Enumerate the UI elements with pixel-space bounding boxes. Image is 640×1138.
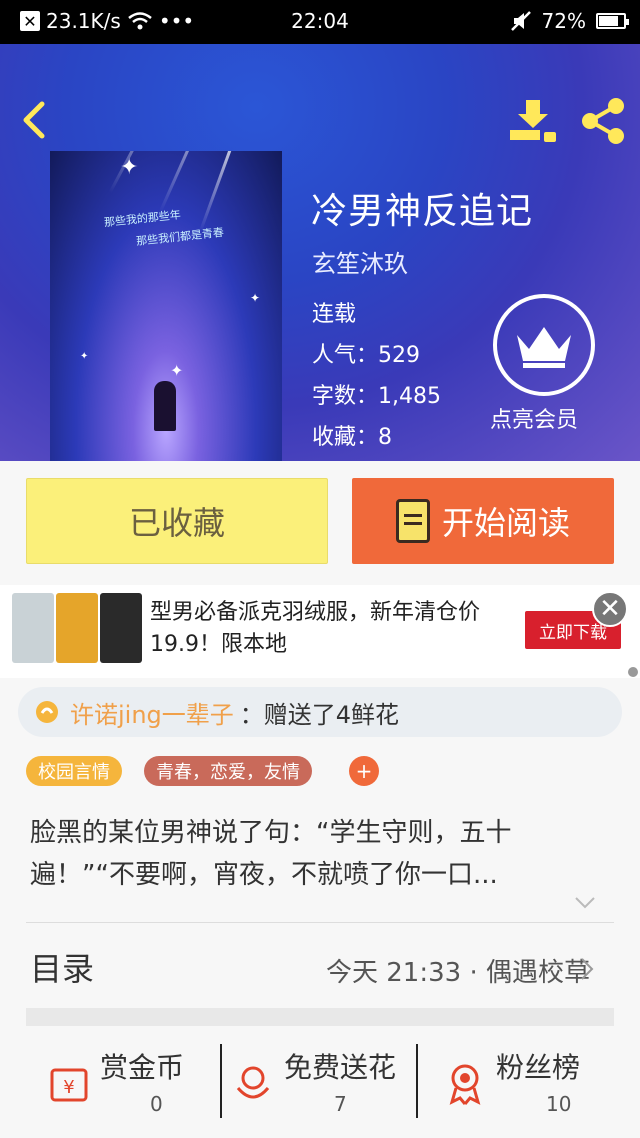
book-title: 冷男神反追记 (311, 191, 534, 232)
tag-category[interactable]: 校园言情 (26, 756, 122, 786)
free-flower-button[interactable]: 免费送花 7 (228, 1044, 408, 1124)
free-flower-label: 免费送花 (284, 1051, 397, 1084)
status-bar: ✕ 23.1K/s ••• 22:04 72% (0, 0, 640, 44)
section-separator (26, 1008, 614, 1026)
gift-user[interactable]: 许诺jing一辈子 (70, 695, 234, 730)
battery-percent: 72% (541, 9, 586, 33)
book-header: ✦ ✦ ✦ ✦ 那些我的那些年 那些我们都是青春 冷男神反追记 玄笙沐玖 连载 … (0, 44, 640, 461)
download-icon[interactable] (508, 98, 558, 144)
favorited-button[interactable]: 已收藏 (26, 478, 328, 564)
share-icon[interactable] (578, 96, 628, 146)
book-favorites: 收藏：8 (312, 425, 392, 450)
reward-coins-label: 赏金币 (100, 1051, 185, 1084)
flower-gift-icon (36, 701, 58, 723)
stat-divider (416, 1044, 418, 1118)
book-author[interactable]: 玄笙沐玖 (312, 244, 408, 279)
coin-envelope-icon: ¥ (50, 1068, 88, 1102)
tag-keywords[interactable]: 青春，恋爱，友情 (144, 756, 312, 786)
svg-text:¥: ¥ (63, 1077, 74, 1098)
reward-coins-button[interactable]: ¥ 赏金币 0 (44, 1044, 224, 1124)
stat-divider (220, 1044, 222, 1118)
start-reading-label: 开始阅读 (441, 504, 570, 542)
fan-ranking-button[interactable]: 粉丝榜 10 (440, 1044, 620, 1124)
ad-text: 型男必备派克羽绒服，新年清仓价19.9！限本地 (150, 600, 481, 657)
mute-icon (510, 11, 531, 31)
ad-thumb-jacket-black (100, 593, 142, 663)
book-icon (395, 499, 430, 543)
book-popularity: 人气：529 (312, 343, 420, 368)
ad-banner[interactable]: 型男必备派克羽绒服，新年清仓价19.9！限本地 立即下载 ✕ (0, 585, 640, 678)
free-flower-count: 7 (334, 1092, 347, 1116)
book-cover[interactable]: ✦ ✦ ✦ ✦ 那些我的那些年 那些我们都是青春 (50, 151, 282, 461)
reward-coins-count: 0 (150, 1092, 163, 1116)
expand-chevron-icon[interactable] (574, 896, 596, 910)
fan-ranking-count: 10 (546, 1092, 572, 1116)
fan-ranking-label: 粉丝榜 (496, 1051, 581, 1084)
chevron-right-icon[interactable] (580, 957, 594, 981)
back-arrow-icon[interactable] (20, 100, 48, 140)
toc-label[interactable]: 目录 (30, 944, 94, 990)
ad-close-icon[interactable]: ✕ (592, 591, 628, 627)
book-word-count: 字数：1,485 (312, 384, 441, 409)
ad-info-icon[interactable] (628, 667, 638, 677)
vip-label[interactable]: 点亮会员 (490, 402, 578, 434)
start-reading-button[interactable]: 开始阅读 (352, 478, 614, 564)
vip-button[interactable] (493, 294, 595, 396)
add-tag-button[interactable]: + (349, 756, 379, 786)
book-status: 连载 (312, 302, 357, 327)
gift-notice[interactable]: 许诺jing一辈子 ：赠送了4鲜花 (18, 687, 622, 737)
crown-icon (517, 327, 571, 368)
flower-icon (236, 1066, 270, 1099)
ad-thumb-jacket-yellow (56, 593, 98, 663)
book-synopsis[interactable]: 脸黑的某位男神说了句：“学生守则，五十遍！”“不要啊，宵夜，不就喷了你一口... (30, 812, 610, 896)
ad-thumb-jacket-gray (12, 593, 54, 663)
cover-caption: 那些我的那些年 那些我们都是青春 (103, 208, 225, 248)
battery-icon (596, 13, 629, 29)
cover-couple-silhouette (154, 381, 176, 431)
latest-chapter[interactable]: 今天 21:33 · 偶遇校草 (326, 952, 590, 989)
divider (26, 922, 614, 923)
medal-icon (449, 1064, 481, 1105)
gift-message: ：赠送了4鲜花 (239, 700, 400, 729)
